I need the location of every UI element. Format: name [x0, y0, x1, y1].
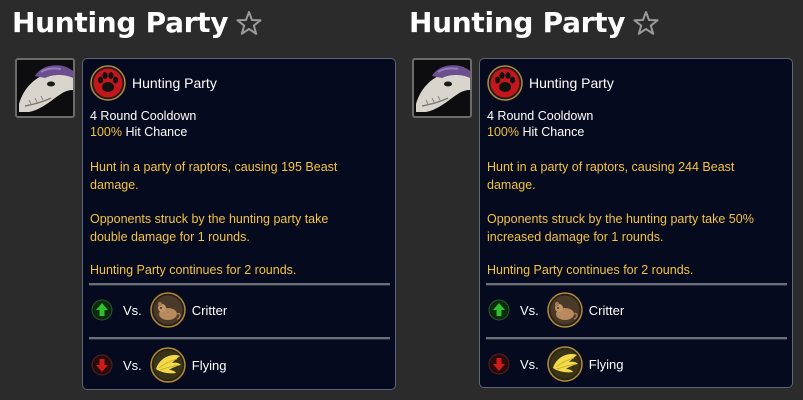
- raptor-portrait-icon: [15, 58, 75, 118]
- hit-chance-label: Hit Chance: [125, 125, 188, 139]
- ability-header: Hunting Party: [90, 65, 217, 101]
- down-arrow-icon: [91, 354, 113, 376]
- description-line: Opponents struck by the hunting party ta…: [487, 212, 754, 226]
- hit-chance-value: 100%: [90, 125, 122, 139]
- ability-name: Hunting Party: [132, 75, 217, 91]
- hit-chance: 100% Hit Chance: [487, 125, 584, 139]
- damage-description: Hunt in a party of raptors, causing 244 …: [487, 158, 783, 194]
- family-name: Critter: [588, 302, 625, 318]
- matchup-strong: Vs. Critter: [91, 290, 227, 330]
- hit-chance-label: Hit Chance: [522, 125, 585, 139]
- matchup-weak: Vs. Flying: [91, 345, 226, 385]
- cooldown-text: 4 Round Cooldown: [90, 109, 197, 123]
- flying-icon: [150, 347, 186, 383]
- cooldown-text: 4 Round Cooldown: [487, 109, 594, 123]
- debuff-description: Opponents struck by the hunting party ta…: [487, 210, 783, 246]
- vs-label: Vs.: [123, 357, 142, 373]
- flying-icon: [547, 346, 583, 382]
- hit-chance: 100% Hit Chance: [90, 125, 187, 139]
- paw-icon: [487, 65, 523, 101]
- duration-description: Hunting Party continues for 2 rounds.: [487, 263, 694, 277]
- up-arrow-icon: [488, 299, 510, 321]
- description-line: damage.: [90, 178, 139, 192]
- raptor-portrait-icon: [412, 58, 472, 118]
- family-name: Flying: [191, 357, 227, 373]
- vs-label: Vs.: [123, 302, 142, 318]
- family-name: Flying: [588, 356, 624, 372]
- critter-icon: [150, 292, 186, 328]
- matchup-weak: Vs. Flying: [488, 344, 623, 384]
- description-line: increased damage for 1 rounds.: [487, 230, 664, 244]
- page-title: Hunting Party: [12, 6, 229, 39]
- page-title: Hunting Party: [409, 6, 626, 39]
- matchup-strong: Vs. Critter: [488, 290, 624, 330]
- panel-heading: Hunting Party: [12, 6, 262, 39]
- divider: [486, 283, 787, 286]
- star-icon[interactable]: [633, 10, 659, 36]
- divider: [89, 283, 390, 286]
- divider: [486, 337, 787, 340]
- ability-header: Hunting Party: [487, 65, 614, 101]
- ability-panel-right: Hunting Party Hunting Party 4 Round Cool…: [397, 0, 797, 400]
- ability-name: Hunting Party: [529, 75, 614, 91]
- damage-description: Hunt in a party of raptors, causing 195 …: [90, 158, 386, 194]
- debuff-description: Opponents struck by the hunting party ta…: [90, 210, 386, 246]
- up-arrow-icon: [91, 299, 113, 321]
- paw-icon: [90, 65, 126, 101]
- vs-label: Vs.: [520, 302, 539, 318]
- hit-chance-value: 100%: [487, 125, 519, 139]
- duration-description: Hunting Party continues for 2 rounds.: [90, 263, 297, 277]
- down-arrow-icon: [488, 353, 510, 375]
- critter-icon: [547, 292, 583, 328]
- family-name: Critter: [191, 302, 228, 318]
- description-line: Hunt in a party of raptors, causing 195 …: [90, 160, 338, 174]
- ability-tooltip: Hunting Party 4 Round Cooldown 100% Hit …: [82, 58, 396, 390]
- star-icon[interactable]: [236, 10, 262, 36]
- ability-panel-left: Hunting Party Hunting Party 4 Round Cool…: [0, 0, 400, 400]
- description-line: Hunt in a party of raptors, causing 244 …: [487, 160, 735, 174]
- panel-heading: Hunting Party: [409, 6, 659, 39]
- ability-tooltip: Hunting Party 4 Round Cooldown 100% Hit …: [479, 58, 793, 388]
- vs-label: Vs.: [520, 356, 539, 372]
- description-line: damage.: [487, 178, 536, 192]
- divider: [89, 337, 390, 340]
- description-line: double damage for 1 rounds.: [90, 230, 250, 244]
- description-line: Opponents struck by the hunting party ta…: [90, 212, 329, 226]
